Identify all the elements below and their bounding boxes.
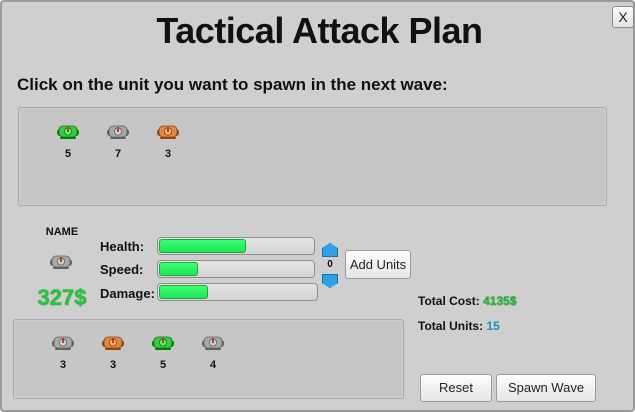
total-units: Total Units: 15 <box>418 319 500 333</box>
speed-bar <box>157 260 315 278</box>
wave-units-panel: 3 3 5 4 <box>13 319 404 399</box>
quantity-value: 0 <box>327 259 333 270</box>
orange-tank-icon <box>102 336 124 350</box>
unit-count: 3 <box>59 359 67 371</box>
unit-count: 3 <box>109 359 117 371</box>
window-title: Tactical Attack Plan <box>156 10 483 51</box>
unit-count: 3 <box>164 148 172 160</box>
spawn-wave-button[interactable]: Spawn Wave <box>496 374 596 402</box>
available-units-panel: 5 7 3 <box>18 107 607 206</box>
arrow-down-icon[interactable] <box>322 274 338 288</box>
unit-count: 7 <box>114 148 122 160</box>
selected-unit-icon <box>50 255 72 269</box>
unit-count: 5 <box>64 148 72 160</box>
total-cost-label: Total Cost: <box>418 294 480 308</box>
quantity-stepper: 0 <box>322 243 338 288</box>
unit-count: 5 <box>159 359 167 371</box>
wave-unit-gray-2[interactable]: 4 <box>198 334 228 371</box>
attack-plan-window: X Tactical Attack Plan Click on the unit… <box>0 0 635 412</box>
green-tank-icon <box>57 125 79 139</box>
add-units-button[interactable]: Add Units <box>345 250 411 279</box>
unit-name: NAME <box>45 226 79 238</box>
health-label: Health: <box>100 239 145 254</box>
speed-label: Speed: <box>100 262 144 277</box>
unit-count: 4 <box>209 359 217 371</box>
orange-tank-icon <box>157 125 179 139</box>
available-unit-orange[interactable]: 3 <box>153 123 183 160</box>
total-units-value: 15 <box>486 319 500 333</box>
speed-bar-fill <box>159 262 198 276</box>
wave-unit-green[interactable]: 5 <box>148 334 178 371</box>
green-tank-icon <box>152 336 174 350</box>
damage-label: Damage: <box>100 286 155 301</box>
damage-bar-fill <box>159 285 208 299</box>
total-cost: Total Cost: 4135$ <box>418 294 517 308</box>
total-units-label: Total Units: <box>418 319 484 333</box>
reset-button[interactable]: Reset <box>420 374 492 402</box>
wave-unit-orange[interactable]: 3 <box>98 334 128 371</box>
health-bar <box>157 237 315 255</box>
wave-unit-gray[interactable]: 3 <box>48 334 78 371</box>
gray-tank-icon <box>107 125 129 139</box>
health-bar-fill <box>159 239 246 253</box>
gray-tank-icon <box>52 336 74 350</box>
available-unit-gray[interactable]: 7 <box>103 123 133 160</box>
total-cost-value: 4135$ <box>483 294 517 308</box>
gray-tank-icon <box>202 336 224 350</box>
instructions-text: Click on the unit you want to spawn in t… <box>17 75 448 94</box>
arrow-up-icon[interactable] <box>322 243 338 257</box>
available-unit-green[interactable]: 5 <box>53 123 83 160</box>
damage-bar <box>157 283 318 301</box>
unit-price: 327$ <box>37 285 87 310</box>
